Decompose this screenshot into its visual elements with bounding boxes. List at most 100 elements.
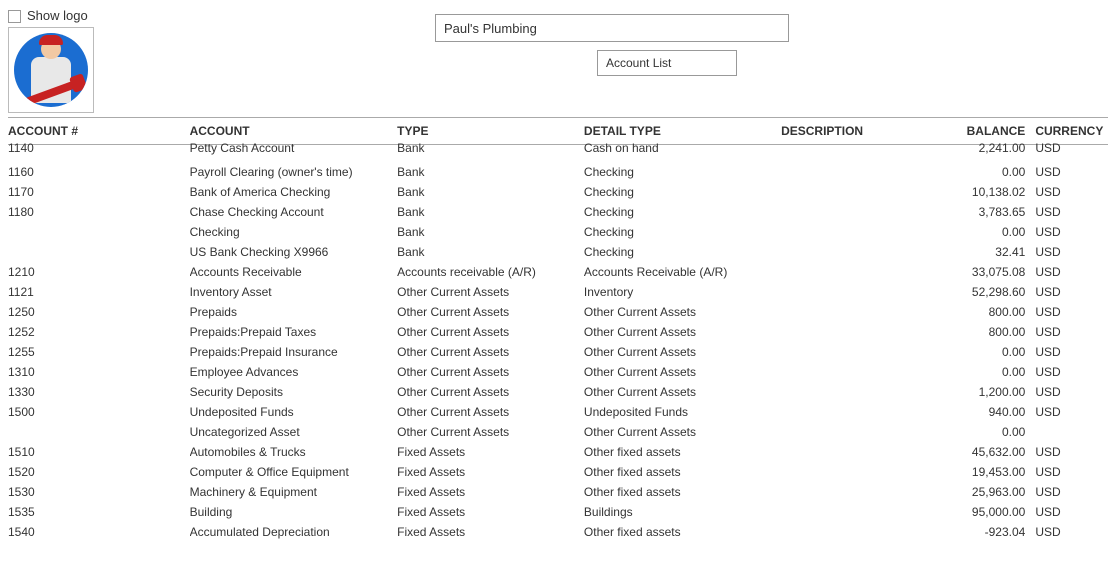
cell-currency: USD <box>1035 141 1108 159</box>
cell-currency: USD <box>1035 182 1108 202</box>
cell-detail: Accounts Receivable (A/R) <box>584 262 781 282</box>
cell-type: Other Current Assets <box>397 422 584 442</box>
cell-balance: 3,783.65 <box>926 202 1035 222</box>
cell-currency: USD <box>1035 402 1108 422</box>
table-row[interactable]: 1520Computer & Office EquipmentFixed Ass… <box>8 462 1108 482</box>
table-row[interactable]: 1160Payroll Clearing (owner's time)BankC… <box>8 162 1108 182</box>
cell-detail: Other Current Assets <box>584 382 781 402</box>
cell-type: Fixed Assets <box>397 462 584 482</box>
cell-detail: Other Current Assets <box>584 362 781 382</box>
table-row[interactable]: 1255Prepaids:Prepaid InsuranceOther Curr… <box>8 342 1108 362</box>
cell-account: Accumulated Depreciation <box>190 522 398 542</box>
cell-desc <box>781 502 926 522</box>
cell-desc <box>781 482 926 502</box>
cell-balance: 32.41 <box>926 242 1035 262</box>
table-row[interactable]: CheckingBankChecking0.00USD <box>8 222 1108 242</box>
table-row[interactable]: 1170Bank of America CheckingBankChecking… <box>8 182 1108 202</box>
table-row[interactable]: 1510Automobiles & TrucksFixed AssetsOthe… <box>8 442 1108 462</box>
table-row[interactable]: 1535BuildingFixed AssetsBuildings95,000.… <box>8 502 1108 522</box>
show-logo-label: Show logo <box>27 8 88 23</box>
cell-desc <box>781 402 926 422</box>
table-row[interactable]: 1180Chase Checking AccountBankChecking3,… <box>8 202 1108 222</box>
cell-currency: USD <box>1035 162 1108 182</box>
cell-desc <box>781 382 926 402</box>
cell-detail: Other fixed assets <box>584 462 781 482</box>
cell-currency: USD <box>1035 302 1108 322</box>
cell-num: 1520 <box>8 462 190 482</box>
cell-desc <box>781 182 926 202</box>
cell-num: 1170 <box>8 182 190 202</box>
cell-account: Computer & Office Equipment <box>190 462 398 482</box>
report-title-input[interactable] <box>597 50 737 76</box>
cell-type: Fixed Assets <box>397 442 584 462</box>
cell-type: Other Current Assets <box>397 402 584 422</box>
show-logo-checkbox[interactable] <box>8 10 21 23</box>
cell-currency: USD <box>1035 282 1108 302</box>
header-row: Show logo <box>8 8 1108 113</box>
cell-account: Undeposited Funds <box>190 402 398 422</box>
cell-detail: Inventory <box>584 282 781 302</box>
cell-account: Machinery & Equipment <box>190 482 398 502</box>
table-row[interactable]: 1530Machinery & EquipmentFixed AssetsOth… <box>8 482 1108 502</box>
cell-desc <box>781 282 926 302</box>
table-row[interactable]: 1310Employee Advances Other Current Asset… <box>8 362 1108 382</box>
cell-detail: Other fixed assets <box>584 442 781 462</box>
cell-type: Bank <box>397 182 584 202</box>
table-row[interactable]: 1252Prepaids:Prepaid TaxesOther Current … <box>8 322 1108 342</box>
cell-account: Checking <box>190 222 398 242</box>
cell-balance: 45,632.00 <box>926 442 1035 462</box>
table-row[interactable]: US Bank Checking X9966BankChecking32.41U… <box>8 242 1108 262</box>
cell-currency: USD <box>1035 242 1108 262</box>
cell-account: Building <box>190 502 398 522</box>
cell-balance: 10,138.02 <box>926 182 1035 202</box>
cell-currency: USD <box>1035 362 1108 382</box>
cell-detail: Other Current Assets <box>584 422 781 442</box>
table-row[interactable]: Uncategorized AssetOther Current AssetsO… <box>8 422 1108 442</box>
cell-balance: 0.00 <box>926 162 1035 182</box>
cell-balance: 0.00 <box>926 362 1035 382</box>
cell-num: 1530 <box>8 482 190 502</box>
logo-area: Show logo <box>8 8 108 113</box>
cell-desc <box>781 162 926 182</box>
cell-account: Automobiles & Trucks <box>190 442 398 462</box>
cell-detail: Other Current Assets <box>584 302 781 322</box>
cell-detail: Other fixed assets <box>584 522 781 542</box>
table-row[interactable]: 1330Security DepositsOther Current Asset… <box>8 382 1108 402</box>
company-name-input[interactable] <box>435 14 789 42</box>
cell-currency: USD <box>1035 462 1108 482</box>
cell-currency: USD <box>1035 522 1108 542</box>
cell-account: Petty Cash Account <box>190 141 398 159</box>
table-row[interactable]: 1250PrepaidsOther Current AssetsOther Cu… <box>8 302 1108 322</box>
cell-num: 1310 <box>8 362 190 382</box>
cell-desc <box>781 141 926 159</box>
company-logo[interactable] <box>8 27 94 113</box>
cell-num: 1540 <box>8 522 190 542</box>
cell-desc <box>781 322 926 342</box>
cell-balance: 1,200.00 <box>926 382 1035 402</box>
cell-num: 1500 <box>8 402 190 422</box>
cell-balance: 95,000.00 <box>926 502 1035 522</box>
cell-account: Prepaids <box>190 302 398 322</box>
table-row[interactable]: 1140Petty Cash AccountBankCash on hand2,… <box>8 145 1108 163</box>
cell-detail: Other Current Assets <box>584 322 781 342</box>
cell-desc <box>781 342 926 362</box>
cell-balance: 0.00 <box>926 222 1035 242</box>
cell-type: Other Current Assets <box>397 342 584 362</box>
cell-num: 1535 <box>8 502 190 522</box>
table-row[interactable]: 1540Accumulated DepreciationFixed Assets… <box>8 522 1108 542</box>
cell-balance: 940.00 <box>926 402 1035 422</box>
table-row[interactable]: 1210Accounts ReceivableAccounts receivab… <box>8 262 1108 282</box>
cell-detail: Checking <box>584 202 781 222</box>
cell-type: Other Current Assets <box>397 282 584 302</box>
cell-type: Other Current Assets <box>397 382 584 402</box>
cell-detail: Other fixed assets <box>584 482 781 502</box>
cell-type: Bank <box>397 162 584 182</box>
cell-num: 1180 <box>8 202 190 222</box>
cell-account: US Bank Checking X9966 <box>190 242 398 262</box>
cell-currency: USD <box>1035 202 1108 222</box>
table-row[interactable]: 1500Undeposited FundsOther Current Asset… <box>8 402 1108 422</box>
table-row[interactable]: 1121Inventory AssetOther Current AssetsI… <box>8 282 1108 302</box>
cell-account: Employee Advances <box>190 362 398 382</box>
cell-balance: -923.04 <box>926 522 1035 542</box>
cell-balance: 25,963.00 <box>926 482 1035 502</box>
